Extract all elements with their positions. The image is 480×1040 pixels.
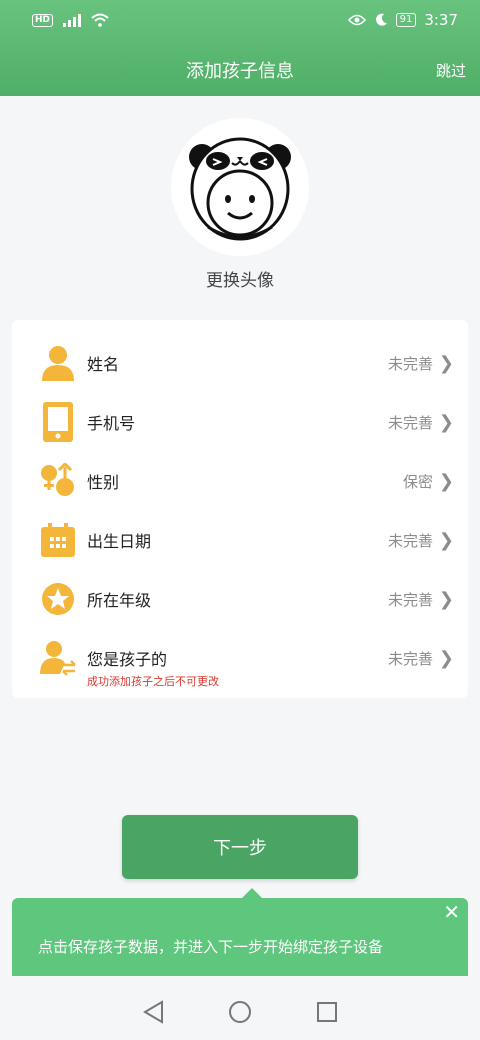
form-row-value: 未完善 bbox=[387, 413, 433, 432]
chevron-right-icon: ❯ bbox=[438, 470, 454, 492]
close-icon[interactable]: ✕ bbox=[443, 900, 460, 924]
chevron-right-icon: ❯ bbox=[438, 411, 454, 433]
title-row: 添加孩子信息 跳过 bbox=[0, 52, 480, 88]
child-info-form: 姓名 未完善 ❯ 手机号 未完善 ❯ 性别 保密 ❯ 出生日期 未完善 ❯ 所在… bbox=[12, 320, 468, 698]
form-row-note: 成功添加孩子之后不可更改 bbox=[87, 675, 219, 688]
phone-icon bbox=[40, 402, 76, 442]
form-row-label: 出生日期 bbox=[87, 532, 152, 551]
home-icon[interactable] bbox=[228, 1000, 252, 1024]
tooltip-text: 点击保存孩子数据，并进入下一步开始绑定孩子设备 bbox=[38, 938, 384, 956]
chevron-right-icon: ❯ bbox=[438, 588, 454, 610]
header: HD 91 3:37 添加孩子信息 跳过 bbox=[0, 0, 480, 96]
status-right: 91 3:37 bbox=[347, 11, 458, 29]
form-row-value: 保密 bbox=[402, 472, 433, 491]
relation-icon bbox=[40, 640, 76, 676]
form-row-grade[interactable]: 所在年级 未完善 ❯ bbox=[12, 570, 468, 628]
form-row-name[interactable]: 姓名 未完善 ❯ bbox=[12, 334, 468, 392]
form-row-phone[interactable]: 手机号 未完善 ❯ bbox=[12, 393, 468, 451]
hd-icon: HD bbox=[32, 13, 54, 27]
moon-icon bbox=[375, 13, 387, 26]
signal-icon bbox=[63, 14, 82, 27]
next-step-button[interactable]: 下一步 bbox=[122, 815, 358, 879]
chevron-right-icon: ❯ bbox=[438, 529, 454, 551]
skip-button[interactable]: 跳过 bbox=[436, 60, 466, 81]
calendar-icon bbox=[40, 522, 76, 558]
form-row-birthdate[interactable]: 出生日期 未完善 ❯ bbox=[12, 511, 468, 569]
system-nav-bar bbox=[0, 984, 480, 1040]
star-icon bbox=[40, 581, 76, 617]
chevron-right-icon: ❯ bbox=[438, 352, 454, 374]
form-row-value: 未完善 bbox=[387, 354, 433, 373]
panda-avatar-icon bbox=[189, 137, 291, 241]
guide-tooltip: ✕ 点击保存孩子数据，并进入下一步开始绑定孩子设备 bbox=[12, 888, 468, 976]
page-title: 添加孩子信息 bbox=[186, 61, 294, 82]
form-row-label: 手机号 bbox=[87, 414, 136, 433]
recents-icon[interactable] bbox=[316, 1001, 338, 1023]
form-row-value: 未完善 bbox=[387, 531, 433, 550]
status-left: HD bbox=[32, 13, 109, 27]
form-row-value: 未完善 bbox=[387, 590, 433, 609]
form-row-label: 性别 bbox=[87, 473, 120, 492]
form-row-label: 您是孩子的 bbox=[87, 650, 168, 669]
form-row-label: 所在年级 bbox=[87, 591, 152, 610]
battery-icon: 91 bbox=[395, 13, 417, 27]
form-row-value: 未完善 bbox=[387, 649, 433, 668]
status-bar: HD 91 3:37 bbox=[0, 0, 480, 40]
chevron-right-icon: ❯ bbox=[438, 647, 454, 669]
form-row-gender[interactable]: 性别 保密 ❯ bbox=[12, 452, 468, 510]
eye-icon bbox=[347, 14, 366, 26]
tooltip-arrow bbox=[242, 888, 262, 898]
person-icon bbox=[40, 345, 76, 381]
back-icon[interactable] bbox=[142, 1000, 164, 1024]
form-row-relation[interactable]: 您是孩子的 成功添加孩子之后不可更改 未完善 ❯ bbox=[12, 629, 468, 688]
clock: 3:37 bbox=[424, 11, 458, 29]
wifi-icon bbox=[91, 13, 109, 27]
gender-icon bbox=[40, 463, 76, 499]
avatar[interactable] bbox=[171, 118, 309, 256]
form-row-label: 姓名 bbox=[87, 355, 120, 374]
change-avatar-link[interactable]: 更换头像 bbox=[0, 266, 480, 291]
